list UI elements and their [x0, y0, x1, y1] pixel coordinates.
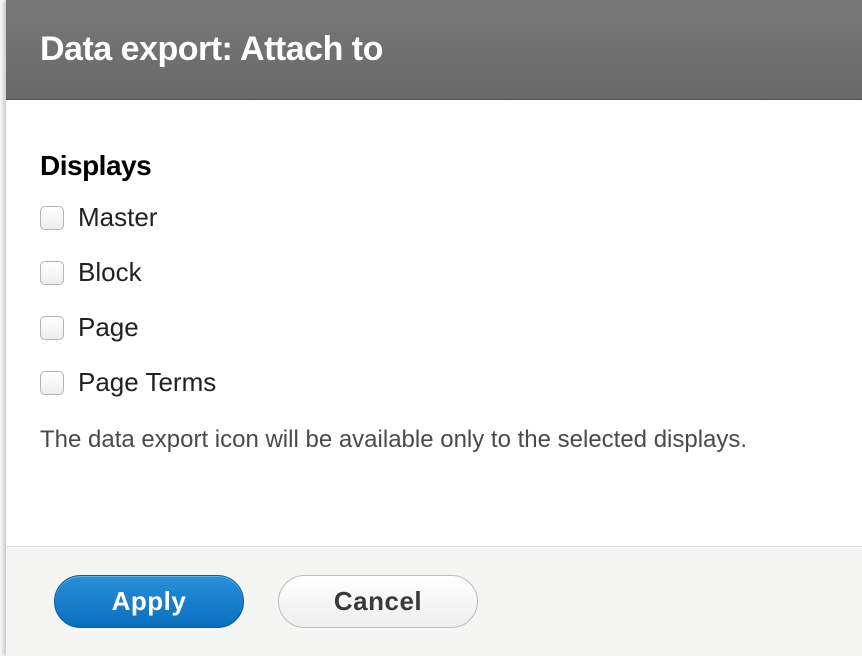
apply-button[interactable]: Apply	[54, 575, 244, 628]
checkbox-label[interactable]: Master	[78, 202, 157, 233]
dialog-data-export-attach-to: Data export: Attach to Displays Master B…	[6, 0, 862, 656]
checkbox-label[interactable]: Block	[78, 257, 142, 288]
checkbox-master[interactable]	[40, 206, 64, 230]
dialog-title: Data export: Attach to	[40, 30, 832, 69]
checkbox-page[interactable]	[40, 316, 64, 340]
dialog-footer: Apply Cancel	[6, 546, 862, 656]
cancel-button[interactable]: Cancel	[278, 575, 478, 628]
checkbox-block[interactable]	[40, 261, 64, 285]
checkbox-page-terms[interactable]	[40, 371, 64, 395]
checkbox-item-page: Page	[40, 312, 828, 343]
dialog-header: Data export: Attach to	[6, 0, 862, 100]
checkbox-item-master: Master	[40, 202, 828, 233]
checkbox-label[interactable]: Page	[78, 312, 139, 343]
checkbox-item-page-terms: Page Terms	[40, 367, 828, 398]
displays-checkbox-list: Master Block Page Page Terms	[40, 202, 828, 398]
checkbox-item-block: Block	[40, 257, 828, 288]
description-text: The data export icon will be available o…	[40, 426, 828, 454]
section-heading-displays: Displays	[40, 150, 828, 182]
checkbox-label[interactable]: Page Terms	[78, 367, 216, 398]
dialog-body: Displays Master Block Page Page Terms Th…	[6, 100, 862, 546]
